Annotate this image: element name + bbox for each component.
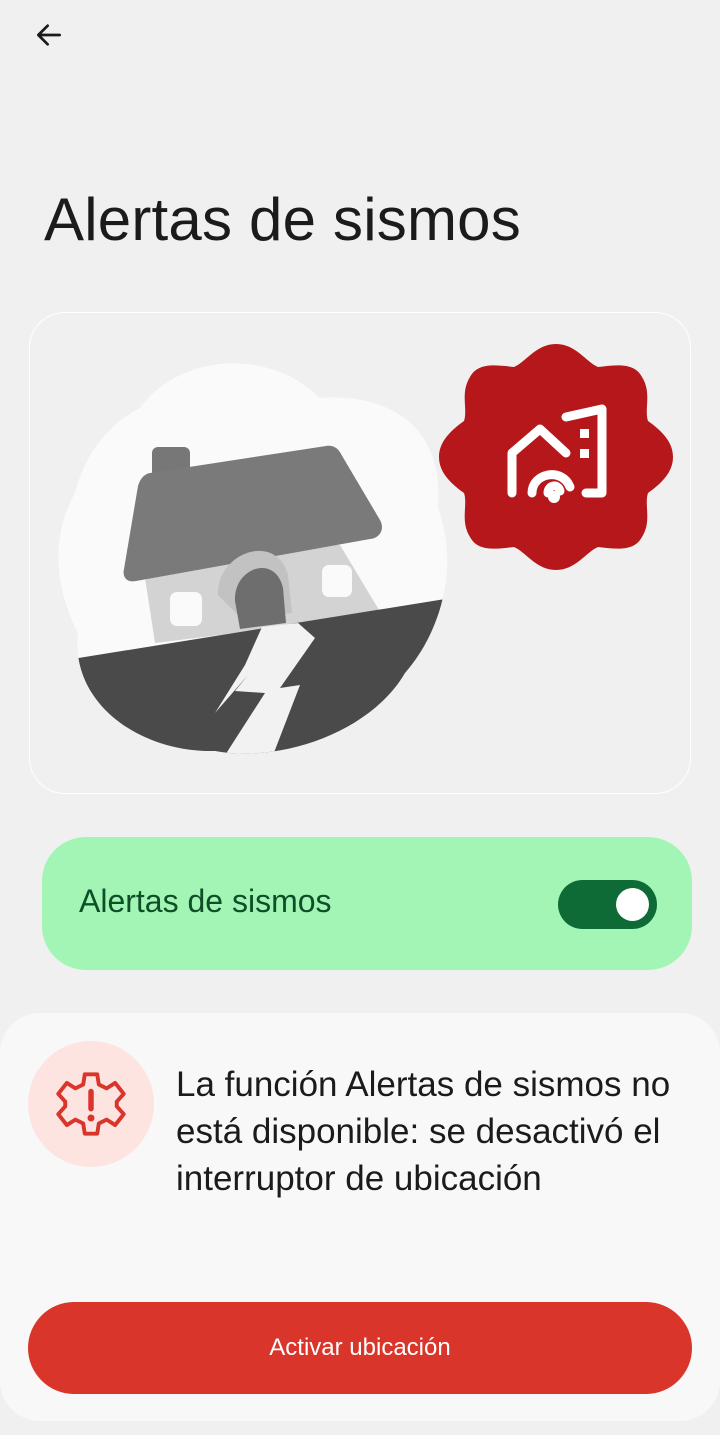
location-warning-card: La función Alertas de sismos no está dis… bbox=[0, 1013, 720, 1421]
toggle-label: Alertas de sismos bbox=[79, 883, 332, 919]
hero-illustration bbox=[29, 312, 691, 794]
switch-knob bbox=[616, 888, 649, 921]
activate-location-button[interactable]: Activar ubicación bbox=[28, 1302, 692, 1394]
warning-icon-container bbox=[28, 1041, 154, 1167]
page-title: Alertas de sismos bbox=[44, 186, 521, 253]
settings-alert-icon bbox=[56, 1072, 126, 1136]
earthquake-alert-badge-icon bbox=[439, 344, 673, 570]
cracked-house-icon bbox=[58, 363, 448, 754]
earthquake-alerts-toggle-row[interactable]: Alertas de sismos bbox=[42, 837, 692, 970]
earthquake-alerts-switch[interactable] bbox=[558, 880, 657, 929]
back-button[interactable] bbox=[22, 10, 76, 60]
arrow-left-icon bbox=[37, 24, 61, 46]
warning-message: La función Alertas de sismos no está dis… bbox=[176, 1065, 671, 1198]
